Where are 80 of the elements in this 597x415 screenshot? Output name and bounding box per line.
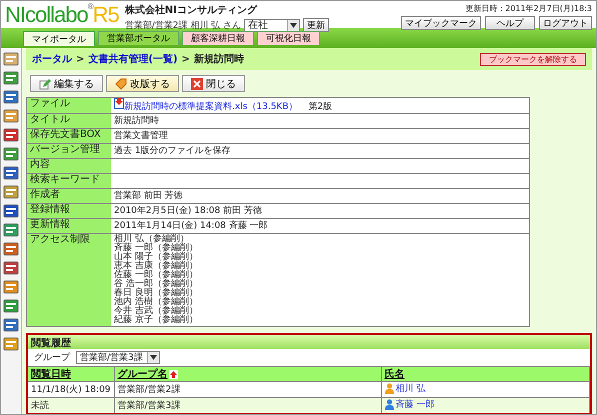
- field-label: アクセス制限: [26, 234, 111, 326]
- logo: NIcollabo$^{®}$R5: [5, 3, 119, 27]
- app-icon[interactable]: [3, 165, 19, 181]
- field-value: 営業文書管理: [114, 131, 168, 141]
- header-button[interactable]: ログアウト: [539, 16, 592, 30]
- nav-tab[interactable]: 顧客深耕日報: [182, 31, 254, 45]
- nav-tab[interactable]: 営業部ポータル: [98, 31, 179, 45]
- toolbar-button[interactable]: 編集する: [30, 75, 103, 92]
- field-value: 第2版: [308, 102, 332, 112]
- field-label: 更新情報: [26, 218, 111, 234]
- field-label: 検索キーワード: [26, 174, 111, 188]
- group-label: グループ: [34, 351, 70, 364]
- app-icon[interactable]: [3, 146, 19, 162]
- field-label: バージョン管理: [26, 144, 111, 158]
- caret-icon: [150, 355, 157, 360]
- remove-bookmark-button[interactable]: ブックマークを解除する: [480, 52, 586, 66]
- updated-time: 更新日時：2011年2月7日(月)18:3: [465, 3, 592, 14]
- header-button[interactable]: ヘルプ: [485, 16, 535, 30]
- access-entry: 恵本 吉康（参編削）: [114, 262, 199, 271]
- access-entry: 佐藤 一郎（参編削）: [114, 271, 199, 280]
- toolbar-button[interactable]: 閉じる: [182, 75, 245, 92]
- status-select[interactable]: 在社: [244, 18, 300, 32]
- app-icon[interactable]: [3, 260, 19, 276]
- app-icon[interactable]: [3, 127, 19, 143]
- access-entry: 春日 良明（参編削）: [114, 289, 199, 298]
- user-name: 営業部/営業2課 相川 弘 さん: [124, 20, 242, 32]
- app-icon[interactable]: [3, 222, 19, 238]
- breadcrumb-separator: >: [76, 54, 84, 64]
- refresh-button[interactable]: 更新: [303, 18, 330, 32]
- access-entry: 谷 浩一郎（参編削）: [114, 280, 199, 289]
- field-label: タイトル: [26, 114, 111, 128]
- field-label: ファイル: [26, 98, 111, 114]
- app-icon[interactable]: [3, 108, 19, 124]
- breadcrumb-link[interactable]: ポータル: [32, 52, 72, 66]
- app-icon[interactable]: [3, 89, 19, 105]
- app-icon[interactable]: [3, 70, 19, 86]
- field-label: 作成者: [26, 188, 111, 204]
- access-entry: 池内 浩樹（参編削）: [114, 298, 199, 307]
- access-entry: 紀藤 京子（参編削）: [114, 316, 199, 325]
- close-icon: [191, 78, 203, 90]
- company-name: 株式会社NIコンサルティング: [124, 4, 258, 17]
- field-value: 過去 1版分のファイルを保存: [114, 146, 231, 156]
- field-label: 保存先文書BOX: [26, 128, 111, 144]
- app-icon[interactable]: [3, 279, 19, 295]
- user-link[interactable]: 相川 弘: [396, 382, 426, 395]
- tag-icon: [115, 78, 127, 90]
- breadcrumb-link[interactable]: 文書共有管理(一覧): [88, 52, 178, 66]
- toolbar-button[interactable]: 改版する: [106, 75, 179, 92]
- nav-tab[interactable]: マイポータル: [23, 31, 95, 46]
- field-label: 内容: [26, 158, 111, 174]
- section-title: 閲覧履歴: [28, 335, 590, 349]
- access-entry: 今井 吉武（参編削）: [114, 307, 199, 316]
- nav-tab[interactable]: 可視化日報: [257, 31, 320, 45]
- field-value: 2010年2月5日(金) 18:08 前田 芳徳: [114, 206, 262, 216]
- sort-up-icon[interactable]: [168, 370, 178, 379]
- field-value: 2011年1月14日(金) 14:08 斉藤 一郎: [114, 221, 268, 231]
- app-icon[interactable]: [3, 51, 19, 67]
- table-cell: 未読: [28, 398, 114, 413]
- app-icon[interactable]: [3, 317, 19, 333]
- app-icon[interactable]: [3, 298, 19, 314]
- user-link[interactable]: 斉藤 一郎: [396, 398, 434, 411]
- group-select[interactable]: 営業部/営業3課: [76, 351, 160, 364]
- header-button[interactable]: マイブックマーク: [401, 16, 481, 30]
- column-header[interactable]: グループ名: [118, 369, 168, 380]
- field-label: 登録情報: [26, 204, 111, 218]
- file-link[interactable]: 新規訪問時の標準提案資料.xls（13.5KB）: [124, 102, 298, 112]
- column-header[interactable]: 氏名: [384, 369, 405, 380]
- table-cell: 営業部/営業3課: [114, 398, 382, 413]
- access-entry: 斉藤 一郎（参編削）: [114, 244, 199, 253]
- app-icon[interactable]: [3, 203, 19, 219]
- app-icon[interactable]: [3, 241, 19, 257]
- field-value: 新規訪問時: [114, 116, 159, 126]
- app-icon[interactable]: [3, 336, 19, 352]
- breadcrumb-separator: >: [182, 54, 190, 64]
- access-entry: 相川 弘（参編削）: [114, 235, 189, 244]
- access-entry: 山本 陽子（参編削）: [114, 253, 199, 262]
- field-value: 営業部 前田 芳徳: [114, 191, 183, 201]
- app-icon[interactable]: [3, 184, 19, 200]
- pencil-icon: [39, 78, 51, 90]
- page-title: 新規訪問時: [194, 52, 244, 66]
